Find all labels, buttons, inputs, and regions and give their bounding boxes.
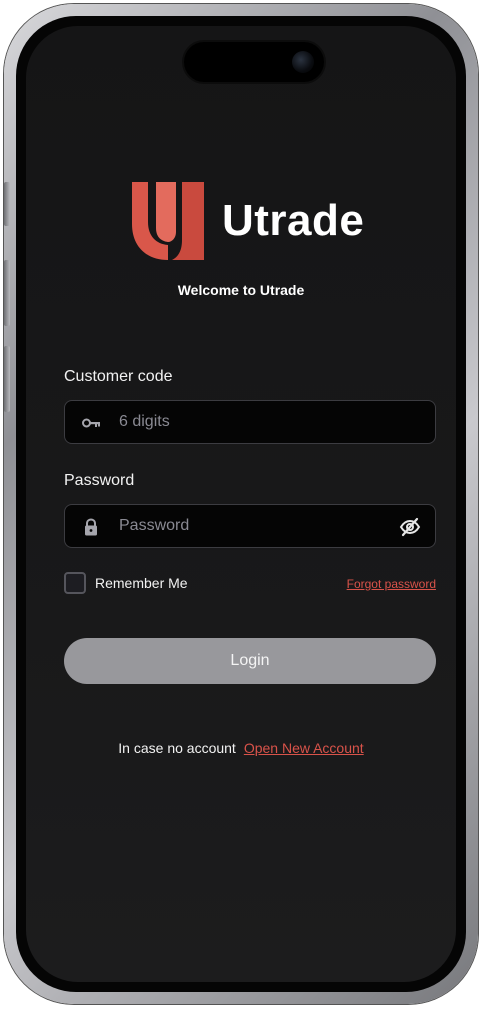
login-screen: Utrade Welcome to Utrade Customer code P… xyxy=(26,26,456,982)
customer-code-input[interactable] xyxy=(119,401,389,443)
remember-me-checkbox[interactable] xyxy=(64,572,86,594)
brand-header: Utrade xyxy=(132,182,364,260)
brand-name: Utrade xyxy=(222,196,365,245)
front-camera xyxy=(292,51,314,73)
volume-up-button xyxy=(4,260,10,326)
open-new-account-link[interactable]: Open New Account xyxy=(244,740,364,756)
lock-icon xyxy=(85,518,97,536)
eye-off-icon[interactable] xyxy=(399,517,421,537)
action-button xyxy=(4,182,10,226)
remember-row: Remember Me Forgot password xyxy=(64,572,436,598)
forgot-password-link[interactable]: Forgot password xyxy=(347,577,436,591)
signup-prompt: In case no account xyxy=(118,740,236,756)
key-icon xyxy=(82,418,100,428)
dynamic-island xyxy=(184,42,324,82)
utrade-logo-icon xyxy=(132,182,204,260)
password-field[interactable] xyxy=(64,504,436,548)
signup-row: In case no account Open New Account xyxy=(26,740,456,756)
volume-down-button xyxy=(4,346,10,412)
password-label: Password xyxy=(64,472,135,489)
login-button[interactable]: Login xyxy=(64,638,436,684)
customer-code-label: Customer code xyxy=(64,368,173,385)
welcome-heading: Welcome to Utrade xyxy=(177,282,305,298)
remember-me-label[interactable]: Remember Me xyxy=(95,575,188,591)
password-input[interactable] xyxy=(119,505,389,547)
phone-frame: Utrade Welcome to Utrade Customer code P… xyxy=(4,4,478,1004)
customer-code-field[interactable] xyxy=(64,400,436,444)
